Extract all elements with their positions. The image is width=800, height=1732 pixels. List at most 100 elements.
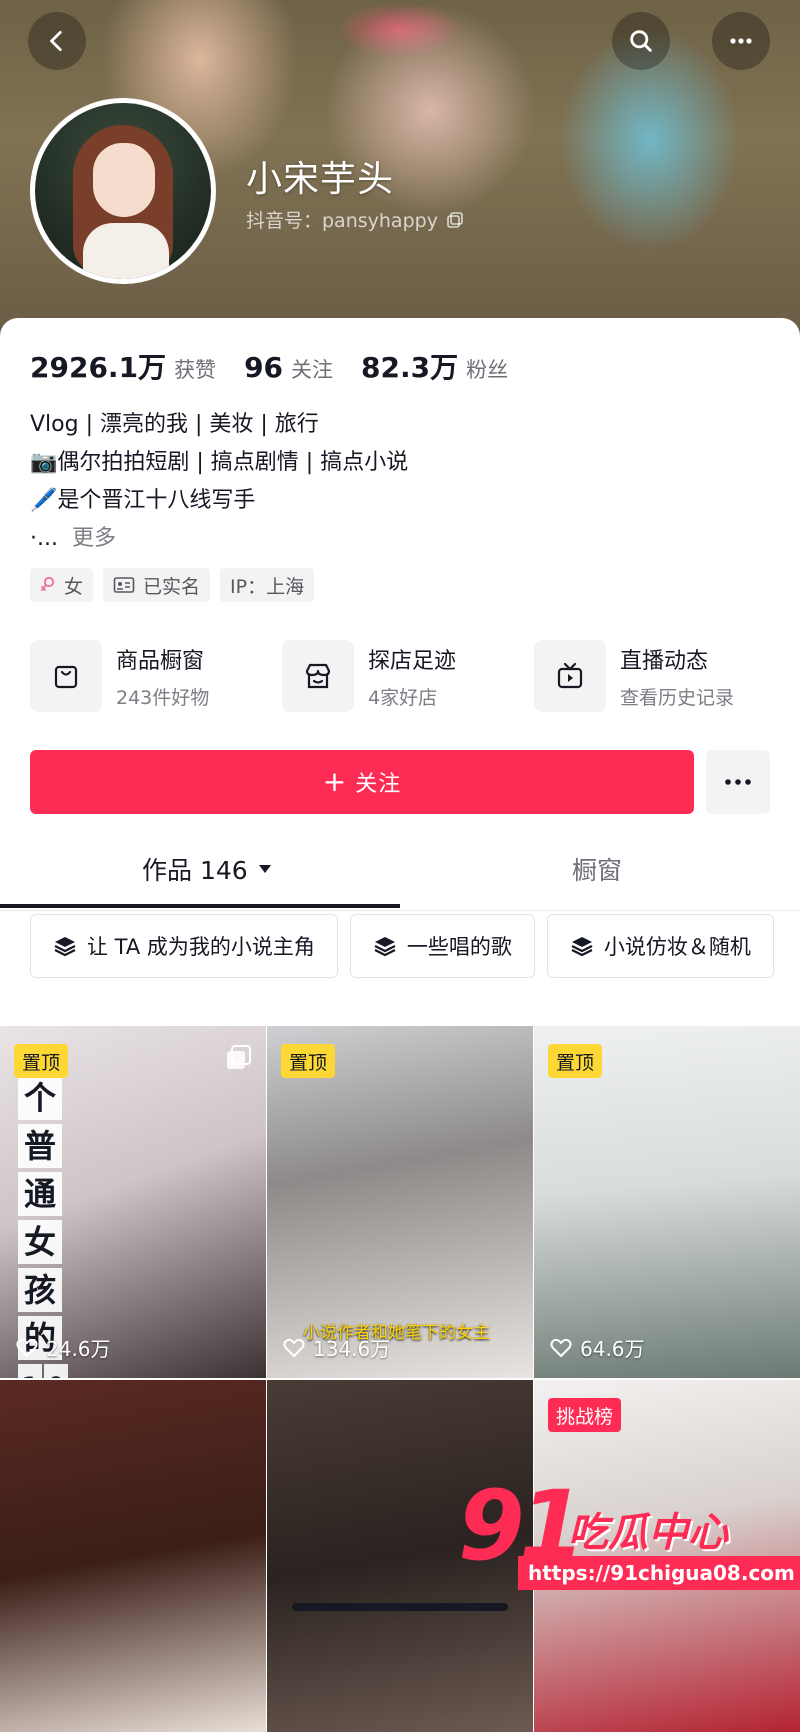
title-char: 女 xyxy=(18,1220,62,1264)
bio-line: Vlog | 漂亮的我 | 美妆 | 旅行 xyxy=(30,412,319,437)
stat-likes[interactable]: 2926.1万 获赞 xyxy=(30,346,216,386)
tab-window-label: 橱窗 xyxy=(572,856,623,885)
stat-value: 82.3万 xyxy=(361,351,459,384)
tag-gender-label: 女 xyxy=(64,575,84,598)
service-shop-window[interactable]: 商品橱窗 243件好物 xyxy=(30,640,282,712)
avatar-image xyxy=(35,103,211,279)
content-tabs: 作品 146 橱窗 xyxy=(0,828,800,911)
pinned-badge: 置顶 xyxy=(548,1044,603,1078)
service-subtitle: 243件好物 xyxy=(116,686,210,709)
heart-icon xyxy=(550,1338,572,1357)
search-icon xyxy=(630,30,652,52)
search-button[interactable] xyxy=(612,12,670,70)
bio-line: 📷偶尔拍拍短剧 | 搞点剧情 | 搞点小说 xyxy=(30,450,409,475)
like-count: 64.6万 xyxy=(550,1333,645,1362)
service-title: 商品橱窗 xyxy=(116,648,205,674)
bio-ellipsis: ·... xyxy=(30,526,58,551)
tab-indicator xyxy=(0,904,400,908)
video-thumbnail[interactable]: 置顶 小说作者和她笔下的女主 134.6万 xyxy=(267,1026,533,1378)
title-char: 1 xyxy=(18,1364,42,1378)
profile-nickname: 小宋芋头 xyxy=(246,159,395,200)
avatar[interactable] xyxy=(30,98,216,284)
stat-value: 96 xyxy=(244,351,284,384)
tag-verified: 已实名 xyxy=(103,568,211,602)
more-icon xyxy=(730,38,752,44)
video-thumbnail[interactable] xyxy=(0,1380,266,1732)
watermark-url: https://91chigua08.com xyxy=(518,1556,800,1590)
profile-stats: 2926.1万 获赞 96 关注 82.3万 粉丝 xyxy=(30,346,536,386)
title-char: 普 xyxy=(18,1124,62,1168)
service-subtitle: 查看历史记录 xyxy=(620,686,735,709)
stat-label: 获赞 xyxy=(174,358,217,382)
pinned-badge: 置顶 xyxy=(281,1044,336,1078)
video-thumbnail[interactable]: 置顶 64.6万 xyxy=(534,1026,800,1378)
collection-chip[interactable]: 小说仿妆＆随机 xyxy=(546,914,774,978)
heart-icon xyxy=(16,1338,38,1357)
douyin-id-text: 抖音号：pansyhappy xyxy=(246,210,438,232)
caret-down-icon xyxy=(258,865,271,873)
follow-button[interactable]: + 关注 xyxy=(30,750,694,814)
bio-more-link[interactable]: 更多 xyxy=(72,526,116,551)
collection-chip[interactable]: 让 TA 成为我的小说主角 xyxy=(30,914,338,978)
tag-verified-label: 已实名 xyxy=(143,575,201,598)
collection-chips: 让 TA 成为我的小说主角 一些唱的歌 小说仿妆＆随机 xyxy=(30,914,800,978)
stat-value: 2926.1万 xyxy=(30,351,167,384)
title-char: 孩 xyxy=(18,1268,62,1312)
tag-gender: 女 xyxy=(30,568,94,602)
tab-window[interactable]: 橱窗 xyxy=(572,828,622,910)
chevron-left-icon xyxy=(50,30,62,52)
female-icon xyxy=(41,576,55,591)
bio-line: 🖊️是个晋江十八线写手 xyxy=(30,488,256,513)
like-count-text: 64.6万 xyxy=(580,1337,645,1361)
service-subtitle: 4家好店 xyxy=(368,686,438,709)
like-count-text: 24.6万 xyxy=(46,1337,111,1361)
service-title: 直播动态 xyxy=(620,648,709,674)
profile-card: 2926.1万 获赞 96 关注 82.3万 粉丝 Vlog | 漂亮的我 | … xyxy=(0,318,800,1732)
pinned-badge: 置顶 xyxy=(14,1044,69,1078)
collection-label: 让 TA 成为我的小说主角 xyxy=(87,935,315,959)
more-actions-button[interactable] xyxy=(706,750,770,814)
stat-following[interactable]: 96 关注 xyxy=(244,351,333,384)
stat-followers[interactable]: 82.3万 粉丝 xyxy=(361,346,508,386)
tv-icon xyxy=(534,640,606,712)
profile-tags: 女 已实名 IP：上海 xyxy=(30,568,315,602)
collection-label: 一些唱的歌 xyxy=(406,935,512,959)
back-button[interactable] xyxy=(28,12,86,70)
plus-icon: + xyxy=(322,765,348,798)
menu-button[interactable] xyxy=(712,12,770,70)
layers-icon xyxy=(571,937,593,957)
more-icon xyxy=(725,779,751,785)
douyin-id[interactable]: 抖音号：pansyhappy xyxy=(246,206,464,233)
tag-ip-label: IP：上海 xyxy=(230,575,305,598)
tab-works-label: 作品 146 xyxy=(142,856,248,885)
like-count-text: 134.6万 xyxy=(313,1337,391,1361)
home-indicator xyxy=(292,1603,508,1611)
copy-icon xyxy=(447,211,463,228)
follow-label: 关注 xyxy=(355,772,402,797)
title-char: 个 xyxy=(18,1076,62,1120)
watermark-logo: 91 吃瓜中心 https://91chigua08.com xyxy=(458,1470,800,1590)
service-title: 探店足迹 xyxy=(368,648,457,674)
collection-chip[interactable]: 一些唱的歌 xyxy=(349,914,535,978)
profile-bio[interactable]: Vlog | 漂亮的我 | 美妆 | 旅行 📷偶尔拍拍短剧 | 搞点剧情 | 搞… xyxy=(30,406,408,558)
title-char: 通 xyxy=(18,1172,62,1216)
stat-label: 关注 xyxy=(291,358,334,382)
layers-icon xyxy=(374,937,396,957)
like-count: 134.6万 xyxy=(283,1333,390,1362)
service-shop-visits[interactable]: 探店足迹 4家好店 xyxy=(282,640,534,712)
bag-icon xyxy=(30,640,102,712)
service-entries: 商品橱窗 243件好物 探店足迹 4家好店 直播动态 查看历史记录 xyxy=(30,640,790,712)
title-char: 0 xyxy=(44,1364,68,1378)
shop-icon xyxy=(282,640,354,712)
watermark-text: 吃瓜中心 xyxy=(568,1510,728,1556)
multi-image-icon xyxy=(227,1045,251,1069)
like-count: 24.6万 xyxy=(16,1333,111,1362)
tab-works[interactable]: 作品 146 xyxy=(142,828,272,910)
service-live[interactable]: 直播动态 查看历史记录 xyxy=(534,640,786,712)
video-thumbnail[interactable]: 个 普 通 女 孩 的 1 0 置顶 24.6万 xyxy=(0,1026,266,1378)
layers-icon xyxy=(54,937,76,957)
tag-ip: IP：上海 xyxy=(220,568,315,602)
stat-label: 粉丝 xyxy=(466,358,509,382)
challenge-badge: 挑战榜 xyxy=(548,1398,622,1432)
id-card-icon xyxy=(113,577,135,593)
